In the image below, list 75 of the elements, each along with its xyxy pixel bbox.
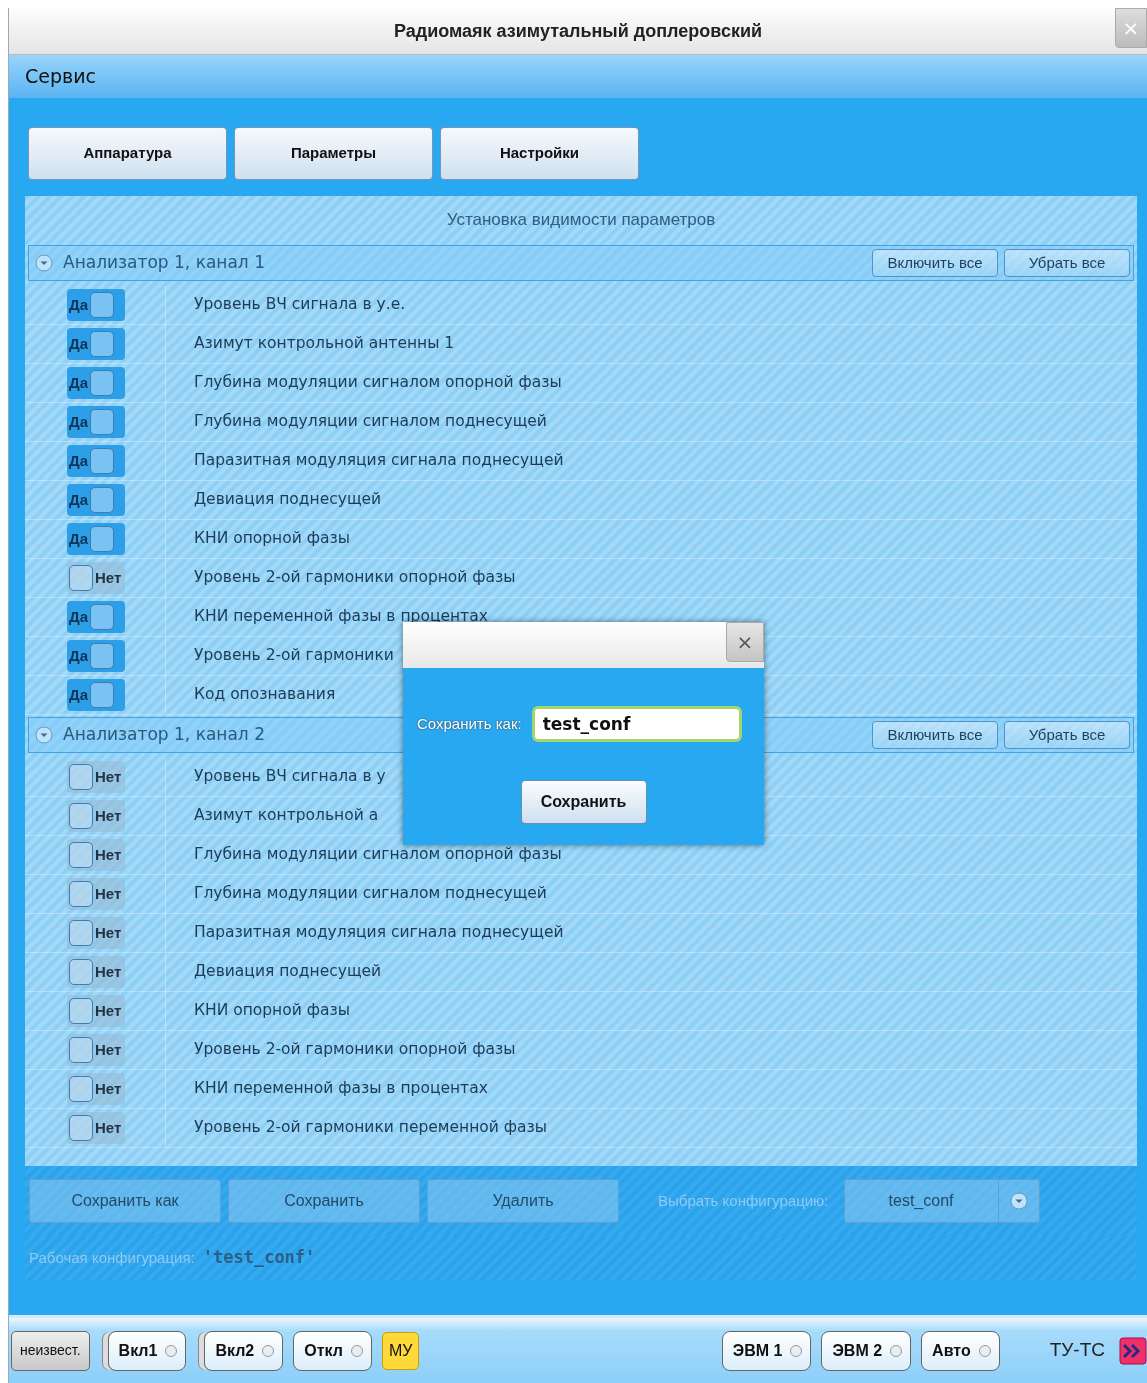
parameter-label: Глубина модуляции сигналом опорной фазы bbox=[194, 372, 562, 394]
parameter-label: Глубина модуляции сигналом поднесущей bbox=[194, 411, 547, 433]
parameter-label: Уровень 2-ой гармоники bbox=[194, 645, 394, 667]
parameter-label: КНИ опорной фазы bbox=[194, 1000, 350, 1022]
toggle-switch[interactable]: Да bbox=[67, 484, 125, 516]
toggle-switch[interactable]: Да bbox=[67, 640, 125, 672]
config-dropdown[interactable]: test_conf bbox=[843, 1179, 1040, 1223]
config-value: 'test_conf' bbox=[202, 1246, 316, 1270]
toggle-switch[interactable]: Нет bbox=[67, 956, 125, 988]
parameter-label: Уровень ВЧ сигнала в у.е. bbox=[194, 294, 406, 316]
group-button[interactable]: Включить все bbox=[872, 721, 998, 749]
field-label: Сохранить как: bbox=[417, 713, 522, 734]
toggle-switch[interactable]: Да bbox=[67, 406, 125, 438]
field-label: Рабочая конфигурация: bbox=[29, 1247, 195, 1268]
parameter-label: Глубина модуляции сигналом опорной фазы bbox=[194, 844, 562, 866]
status-label: ТУ-ТС bbox=[1049, 1338, 1105, 1363]
toggle-switch[interactable]: Нет bbox=[67, 917, 125, 949]
parameter-label: Девиация поднесущей bbox=[194, 489, 382, 511]
action-button[interactable]: Удалить bbox=[427, 1179, 619, 1223]
group-button[interactable]: Включить все bbox=[872, 249, 998, 277]
group-title: Анализатор 1, канал 1 bbox=[63, 251, 265, 275]
parameter-label: Паразитная модуляция сигнала поднесущей bbox=[194, 450, 564, 472]
tab-button[interactable]: Параметры bbox=[234, 127, 433, 180]
toggle-switch[interactable]: Нет bbox=[67, 1112, 125, 1144]
status-button[interactable]: ЭВМ 2 bbox=[821, 1330, 912, 1371]
collapse-icon[interactable] bbox=[35, 726, 53, 744]
toggle-switch[interactable]: Нет bbox=[67, 878, 125, 910]
parameter-label: Уровень ВЧ сигнала в у bbox=[194, 766, 386, 788]
mode-indicator[interactable]: МУ bbox=[381, 1331, 420, 1370]
parameter-label: Код опознавания bbox=[194, 684, 336, 706]
parameter-label: Глубина модуляции сигналом поднесущей bbox=[194, 883, 547, 905]
parameter-label: КНИ переменной фазы в процентах bbox=[194, 1078, 488, 1100]
name-input-field[interactable]: test_conf bbox=[531, 706, 742, 742]
collapse-icon[interactable] bbox=[35, 254, 53, 272]
parameter-label: Азимут контрольной антенны 1 bbox=[194, 333, 455, 355]
toggle-switch[interactable]: Да bbox=[67, 328, 125, 360]
toggle-switch[interactable]: Да bbox=[67, 679, 125, 711]
panel-title: Установка видимости параметров bbox=[446, 208, 716, 231]
group-title: Анализатор 1, канал 2 bbox=[63, 723, 265, 747]
status-button[interactable]: Авто bbox=[921, 1330, 1000, 1371]
parameter-label: Уровень 2-ой гармоники переменной фазы bbox=[194, 1117, 548, 1139]
toggle-switch[interactable]: Нет bbox=[67, 562, 125, 594]
tab-button[interactable]: Аппаратура bbox=[28, 127, 227, 180]
field-label: Выбрать конфигурацию: bbox=[658, 1190, 829, 1211]
toggle-switch[interactable]: Да bbox=[67, 523, 125, 555]
toggle-switch[interactable]: Да bbox=[67, 289, 125, 321]
parameter-label: КНИ переменной фазы в процентах bbox=[194, 606, 488, 628]
toggle-switch[interactable]: Да bbox=[67, 445, 125, 477]
status-button[interactable]: неизвест. bbox=[11, 1330, 90, 1371]
double-chevron-icon[interactable] bbox=[1119, 1336, 1147, 1365]
group-button[interactable]: Убрать все bbox=[1004, 249, 1130, 277]
parameter-label: КНИ опорной фазы bbox=[194, 528, 350, 550]
toggle-switch[interactable]: Нет bbox=[67, 761, 125, 793]
parameter-label: Азимут контрольной а bbox=[194, 805, 379, 827]
action-button[interactable]: Сохранить bbox=[228, 1179, 420, 1223]
toggle-switch[interactable]: Нет bbox=[67, 800, 125, 832]
toggle-switch[interactable]: Да bbox=[67, 601, 125, 633]
toggle-switch[interactable]: Нет bbox=[67, 839, 125, 871]
action-button[interactable]: Сохранить как bbox=[29, 1179, 221, 1223]
menu-item[interactable]: Сервис bbox=[25, 62, 96, 91]
group-button[interactable]: Убрать все bbox=[1004, 721, 1130, 749]
toggle-switch[interactable]: Нет bbox=[67, 1034, 125, 1066]
parameter-label: Уровень 2-ой гармоники опорной фазы bbox=[194, 1039, 516, 1061]
parameter-label: Девиация поднесущей bbox=[194, 961, 382, 983]
status-button[interactable]: Откл bbox=[293, 1330, 372, 1371]
tab-button[interactable]: Настройки bbox=[440, 127, 639, 180]
toggle-switch[interactable]: Нет bbox=[67, 995, 125, 1027]
save-button[interactable]: Сохранить bbox=[520, 780, 647, 824]
parameter-label: Паразитная модуляция сигнала поднесущей bbox=[194, 922, 564, 944]
parameter-label: Уровень 2-ой гармоники опорной фазы bbox=[194, 567, 516, 589]
status-button[interactable]: ЭВМ 1 bbox=[721, 1330, 812, 1371]
close-button[interactable]: × bbox=[726, 622, 764, 662]
window-title: Радиомаяк азимутальный доплеровский bbox=[393, 19, 763, 43]
toggle-switch[interactable]: Нет bbox=[67, 1073, 125, 1105]
toggle-switch[interactable]: Да bbox=[67, 367, 125, 399]
